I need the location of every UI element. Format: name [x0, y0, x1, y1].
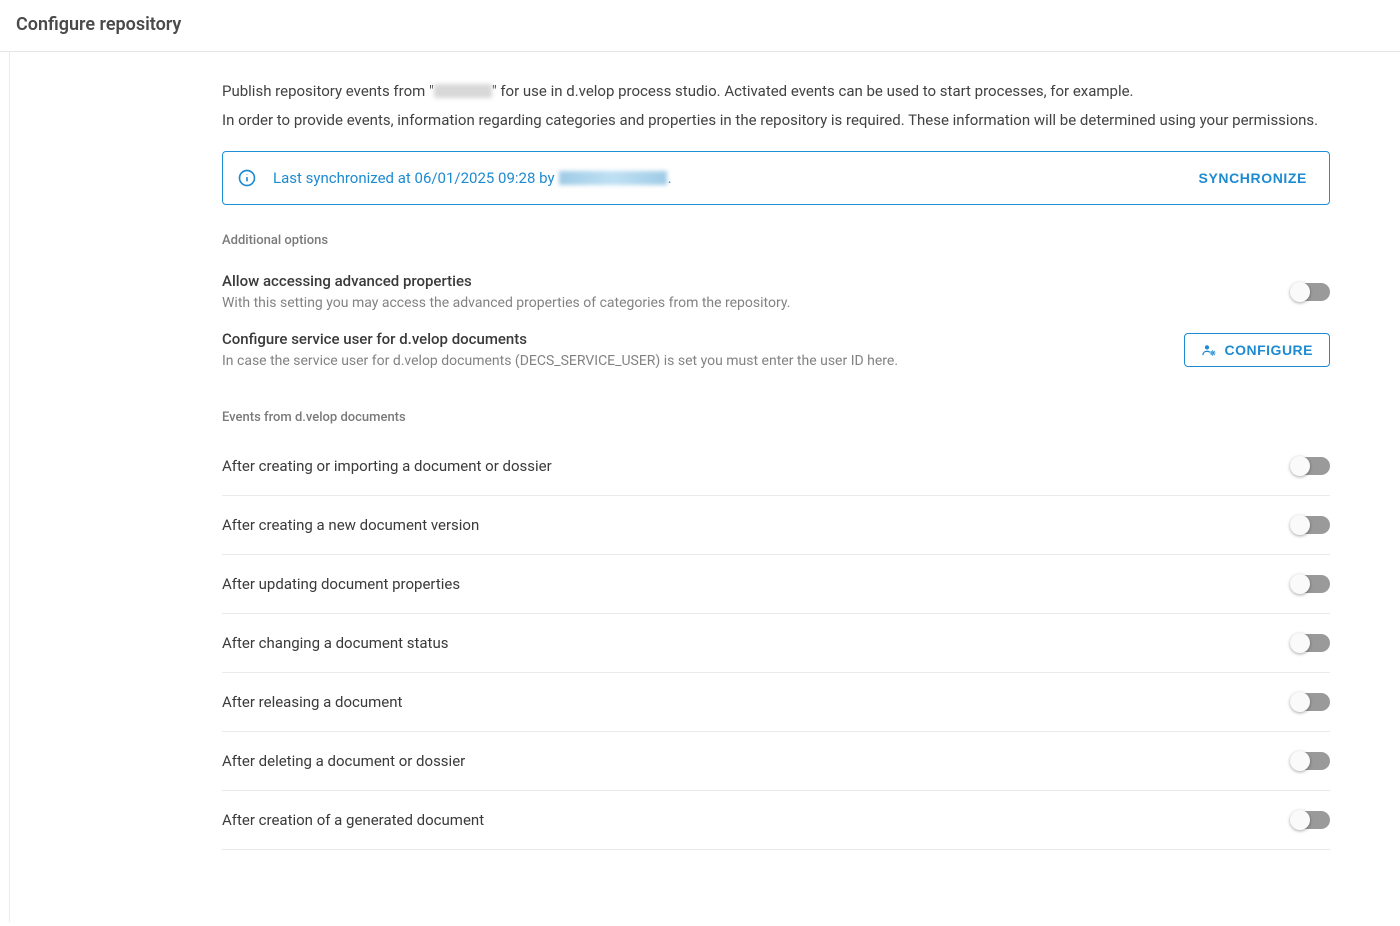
toggle-event-generated-doc[interactable] [1292, 811, 1330, 829]
event-row: After changing a document status [222, 614, 1330, 673]
event-label: After releasing a document [222, 693, 402, 711]
option-advanced-desc: With this setting you may access the adv… [222, 294, 790, 312]
configure-service-user-button[interactable]: CONFIGURE [1184, 333, 1331, 367]
intro-p1-suffix: " for use in d.velop process studio. Act… [492, 82, 1134, 100]
event-row: After creating or importing a document o… [222, 443, 1330, 496]
event-label: After updating document properties [222, 575, 460, 593]
event-row: After updating document properties [222, 555, 1330, 614]
events-section-label: Events from d.velop documents [222, 410, 1330, 425]
sync-info-banner: Last synchronized at 06/01/2025 09:28 by… [222, 151, 1330, 205]
main-content: Publish repository events from " " for us… [10, 52, 1350, 922]
configure-button-label: CONFIGURE [1225, 342, 1314, 358]
event-row: After creation of a generated document [222, 791, 1330, 850]
event-row: After deleting a document or dossier [222, 732, 1330, 791]
additional-options-label: Additional options [222, 233, 1330, 248]
event-row: After creating a new document version [222, 496, 1330, 555]
intro-paragraph-2: In order to provide events, information … [222, 109, 1330, 132]
event-label: After creation of a generated document [222, 811, 484, 829]
toggle-event-new-version[interactable] [1292, 516, 1330, 534]
option-service-user: Configure service user for d.velop docum… [222, 324, 1330, 382]
page-title: Configure repository [16, 14, 1384, 35]
option-service-user-desc: In case the service user for d.velop doc… [222, 352, 898, 370]
intro-paragraph-1: Publish repository events from " " for us… [222, 80, 1330, 103]
toggle-event-update-properties[interactable] [1292, 575, 1330, 593]
intro-p1-prefix: Publish repository events from " [222, 82, 434, 100]
sync-text-suffix: . [668, 169, 672, 187]
option-advanced-properties: Allow accessing advanced properties With… [222, 266, 1330, 324]
sync-info-text: Last synchronized at 06/01/2025 09:28 by… [273, 169, 672, 187]
event-label: After creating a new document version [222, 516, 479, 534]
event-label: After creating or importing a document o… [222, 457, 552, 475]
sync-text-prefix: Last synchronized at 06/01/2025 09:28 by [273, 169, 555, 187]
synchronize-button[interactable]: SYNCHRONIZE [1195, 164, 1312, 192]
page-header: Configure repository [0, 0, 1400, 52]
option-advanced-title: Allow accessing advanced properties [222, 272, 790, 290]
repository-name-redacted [434, 84, 492, 98]
sync-user-redacted [559, 171, 667, 185]
event-label: After deleting a document or dossier [222, 752, 465, 770]
left-rail [0, 52, 10, 922]
toggle-event-change-status[interactable] [1292, 634, 1330, 652]
toggle-advanced-properties[interactable] [1292, 283, 1330, 301]
toggle-event-release[interactable] [1292, 693, 1330, 711]
toggle-event-create-import[interactable] [1292, 457, 1330, 475]
toggle-event-delete[interactable] [1292, 752, 1330, 770]
events-list: After creating or importing a document o… [222, 443, 1330, 850]
option-service-user-title: Configure service user for d.velop docum… [222, 330, 898, 348]
event-row: After releasing a document [222, 673, 1330, 732]
event-label: After changing a document status [222, 634, 448, 652]
info-icon [237, 168, 257, 188]
user-gear-icon [1201, 342, 1217, 358]
